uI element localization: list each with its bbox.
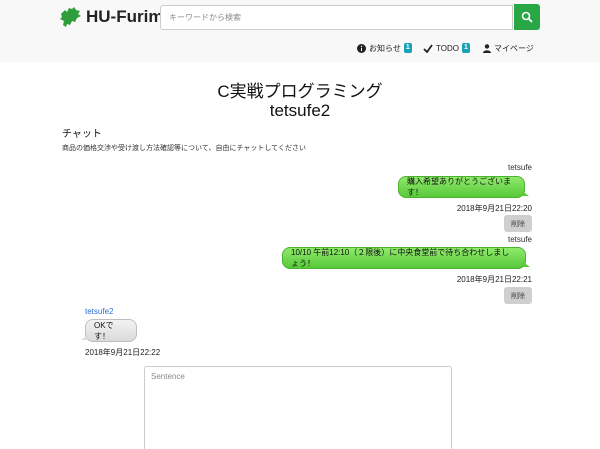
search-button[interactable]	[514, 4, 540, 30]
hokkaido-icon	[60, 7, 81, 27]
nav-todo-label: TODO	[436, 43, 459, 53]
search-icon	[521, 11, 533, 23]
info-icon	[357, 43, 366, 53]
chat-section-description: 商品の価格交渉や受け渡し方法確認等について、自由にチャットしてください	[62, 145, 306, 152]
message-bubble-received: OKです！	[81, 319, 137, 342]
todo-count-badge: 1	[461, 43, 470, 53]
message-sender: tetsufe	[507, 235, 532, 244]
nav-mypage[interactable]: マイページ	[483, 41, 534, 55]
chat-section-title: チャット	[62, 129, 102, 140]
delete-button[interactable]: 削除	[504, 215, 532, 232]
notice-count-badge: 1	[403, 43, 412, 53]
page-subtitle: tetsufe2	[269, 101, 331, 120]
nav-todo[interactable]: TODO 1	[423, 41, 470, 55]
logo[interactable]: HU-Furima	[58, 6, 173, 28]
sentence-input[interactable]	[144, 366, 452, 449]
nav-mypage-label: マイページ	[494, 43, 534, 53]
message-sender-link[interactable]: tetsufe2	[85, 307, 113, 316]
message-timestamp: 2018年9月21日22:20	[456, 204, 532, 213]
check-icon	[423, 43, 433, 53]
nav-notice-label: お知らせ	[369, 43, 401, 53]
page-title: C実戦プログラミング	[217, 82, 383, 101]
user-icon	[483, 43, 491, 53]
header: HU-Furima お知らせ 1 TODO 1 マイページ	[0, 0, 600, 62]
message-sender: tetsufe	[507, 163, 532, 172]
message-timestamp: 2018年9月21日22:22	[85, 348, 161, 357]
nav-notice[interactable]: お知らせ 1	[357, 41, 412, 55]
message-bubble-sent: 購入希望ありがとうございます！	[398, 176, 529, 198]
search-input[interactable]	[160, 5, 513, 30]
message-bubble-sent: 10/10 午前12:10（２限後）に中央食堂前で待ち合わせしましょう！	[282, 247, 530, 269]
delete-button[interactable]: 削除	[504, 287, 532, 304]
message-timestamp: 2018年9月21日22:21	[456, 275, 532, 284]
